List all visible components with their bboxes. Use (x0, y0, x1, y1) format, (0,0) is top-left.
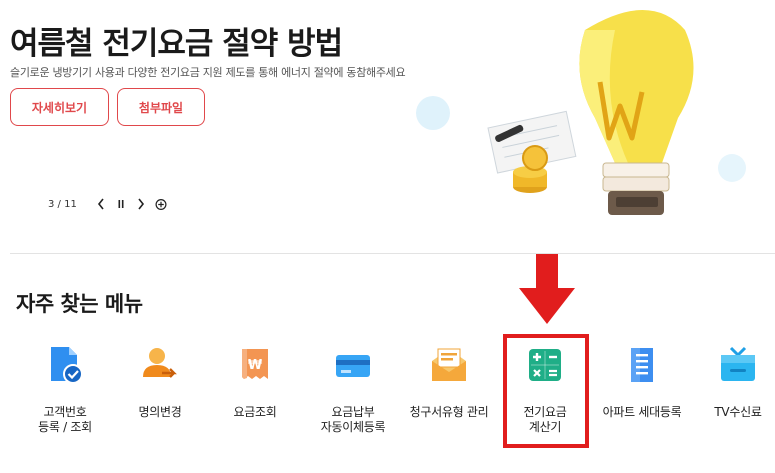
bill-won-icon: ₩ (232, 345, 278, 391)
menu-label: 요금납부 자동이체등록 (320, 405, 386, 434)
apartment-icon (619, 345, 665, 391)
tv-icon (715, 345, 761, 391)
menu-tv-fee[interactable]: TV수신료 (693, 345, 775, 445)
menu-bill-type[interactable]: 청구서유형 관리 (404, 345, 494, 445)
menu-apartment-register[interactable]: 아파트 세대등록 (597, 345, 687, 445)
pager-count: 3 / 11 (48, 198, 77, 210)
pause-icon[interactable] (115, 197, 127, 211)
section-divider (10, 253, 775, 254)
lightbulb-illustration (416, 10, 746, 215)
menu-label: 청구서유형 관리 (409, 405, 489, 419)
plus-circle-icon[interactable] (155, 197, 167, 211)
frequent-menu-title: 자주 찾는 메뉴 (16, 292, 143, 316)
menu-bill-inquiry[interactable]: ₩ 요금조회 (210, 345, 300, 445)
prev-icon[interactable] (95, 197, 107, 211)
menu-label: 고객번호 등록 / 조회 (38, 405, 92, 434)
banner-pager: 3 / 11 (48, 196, 167, 212)
credit-card-icon (330, 345, 376, 391)
person-transfer-icon (137, 345, 183, 391)
menu-name-change[interactable]: 명의변경 (115, 345, 205, 445)
menu-label: TV수신료 (714, 405, 762, 419)
menu-customer-number[interactable]: 고객번호 등록 / 조회 (20, 345, 110, 445)
hero-banner: 여름철 전기요금 절약 방법 슬기로운 냉방기기 사용과 다양한 전기요금 지원… (0, 0, 775, 250)
hero-title: 여름철 전기요금 절약 방법 (10, 26, 343, 62)
envelope-icon (426, 345, 472, 391)
menu-auto-transfer[interactable]: 요금납부 자동이체등록 (308, 345, 398, 445)
menu-label: 명의변경 (138, 405, 182, 419)
attach-file-button[interactable]: 첨부파일 (117, 88, 205, 126)
hero-subtitle: 슬기로운 냉방기기 사용과 다양한 전기요금 지원 제도를 통해 에너지 절약에… (10, 66, 406, 79)
arrow-down-icon (519, 254, 575, 324)
document-check-icon (42, 345, 88, 391)
svg-text:₩: ₩ (248, 358, 263, 373)
detail-button[interactable]: 자세히보기 (10, 88, 109, 126)
menu-label: 요금조회 (233, 405, 277, 419)
highlight-box (503, 334, 589, 448)
next-icon[interactable] (135, 197, 147, 211)
menu-label: 아파트 세대등록 (602, 405, 682, 419)
